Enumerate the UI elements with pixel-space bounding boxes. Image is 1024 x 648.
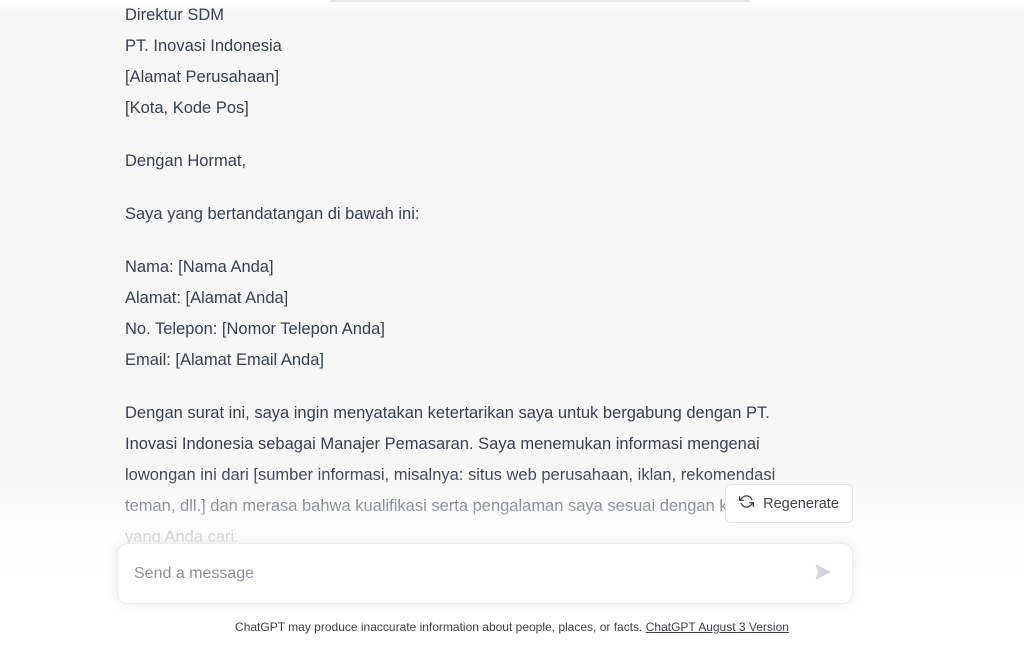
address-block: Direktur SDM PT. Inovasi Indonesia [Alam… (125, 0, 825, 124)
body-line: Inovasi Indonesia sebagai Manajer Pemasa… (125, 435, 760, 453)
info-line: Nama: [Nama Anda] (125, 258, 274, 276)
message-input[interactable] (134, 544, 794, 603)
version-link[interactable]: ChatGPT August 3 Version (646, 620, 789, 634)
intro-text: Saya yang bertandatangan di bawah ini: (125, 205, 420, 223)
info-line: Alamat: [Alamat Anda] (125, 289, 289, 307)
regenerate-button[interactable]: Regenerate (725, 484, 853, 523)
address-line: [Kota, Kode Pos] (125, 99, 249, 117)
greeting: Dengan Hormat, (125, 146, 825, 177)
send-button[interactable] (811, 562, 835, 586)
message-composer (117, 543, 853, 604)
refresh-icon (739, 494, 755, 513)
body-paragraph: Dengan surat ini, saya ingin menyatakan … (125, 398, 825, 553)
greeting-text: Dengan Hormat, (125, 152, 247, 170)
info-block: Nama: [Nama Anda] Alamat: [Alamat Anda] … (125, 252, 825, 376)
info-line: No. Telepon: [Nomor Telepon Anda] (125, 320, 385, 338)
regenerate-label: Regenerate (763, 495, 839, 512)
disclaimer-text: ChatGPT may produce inaccurate informati… (235, 620, 643, 634)
address-line: [Alamat Perusahaan] (125, 68, 280, 86)
body-line: teman, dll.] dan merasa bahwa kualifikas… (125, 497, 769, 515)
address-line: Direktur SDM (125, 6, 225, 24)
address-line: PT. Inovasi Indonesia (125, 37, 282, 55)
assistant-message: Direktur SDM PT. Inovasi Indonesia [Alam… (125, 0, 825, 575)
footer: ChatGPT may produce inaccurate informati… (0, 620, 1024, 634)
body-line: Dengan surat ini, saya ingin menyatakan … (125, 404, 770, 422)
intro: Saya yang bertandatangan di bawah ini: (125, 199, 825, 230)
send-icon (814, 563, 832, 586)
body-line: lowongan ini dari [sumber informasi, mis… (125, 466, 776, 484)
info-line: Email: [Alamat Email Anda] (125, 351, 324, 369)
